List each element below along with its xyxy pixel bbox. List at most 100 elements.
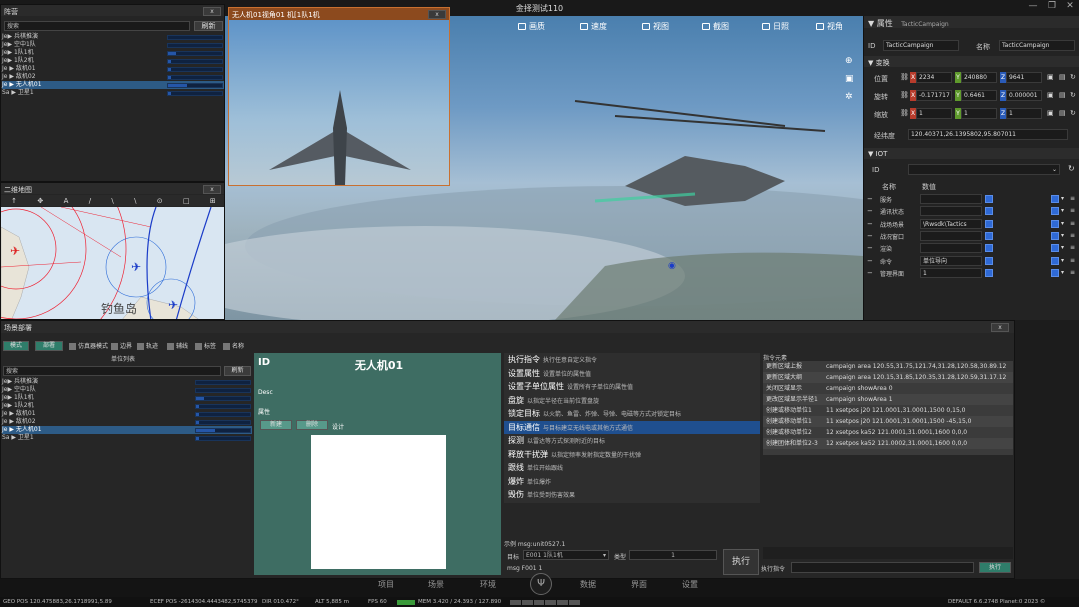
id-field[interactable]: TacticCampaign [883, 40, 959, 51]
nav-item[interactable]: 场景 [428, 579, 444, 590]
iot-value-field[interactable] [920, 230, 982, 241]
log-row[interactable]: 创建或移动单位1 11 xsetpos j20 121.0001,31.0001,… [763, 405, 1013, 416]
cmd-input[interactable] [791, 562, 974, 573]
iot-checkbox[interactable] [985, 219, 993, 228]
grid-icon[interactable]: ⊞ [210, 197, 216, 205]
latlon-field[interactable]: 120.40371,26.1395802,95.807011 [908, 129, 1068, 140]
iot-flag-checkbox[interactable] [1051, 244, 1059, 253]
more-icon[interactable]: ≡ [1070, 207, 1075, 214]
command-item[interactable]: 爆炸 单位爆炸 [504, 475, 760, 489]
tree-item[interactable]: Je ▶ 敌机02 [2, 73, 224, 81]
nav-item[interactable]: 数据 [580, 579, 596, 590]
pointer-icon[interactable]: ↑ [11, 197, 17, 205]
transform-y-field[interactable]: 0.6461 [961, 90, 997, 101]
properties-collapse-icon[interactable]: ▼ [868, 19, 874, 28]
chevron-down-icon[interactable]: ▾ [1061, 244, 1064, 251]
more-icon[interactable]: ≡ [1070, 195, 1075, 202]
more-icon[interactable]: ≡ [1070, 244, 1075, 251]
attr-canvas[interactable] [311, 435, 446, 569]
log-row[interactable]: 更新区域大纲 campaign area 120.15,31.85,120.35,… [763, 372, 1013, 383]
iot-checkbox[interactable] [985, 268, 993, 277]
chevron-down-icon[interactable]: ▾ [1061, 195, 1064, 202]
command-item[interactable]: 锁定目标 以火箭、鱼雷、炸弹、导弹、电磁等方式对锁定目标 [504, 407, 760, 421]
chevron-down-icon[interactable]: ▾ [1061, 207, 1064, 214]
iot-checkbox[interactable] [985, 195, 993, 203]
formation-refresh-button[interactable]: 刷新 [194, 21, 223, 31]
chevron-down-icon[interactable]: ▾ [1061, 220, 1064, 227]
zoom-icon[interactable]: ⊙ [157, 197, 163, 205]
type-field[interactable]: 1 [629, 550, 717, 560]
transform-x-field[interactable]: 2234 [916, 72, 952, 83]
tab-mode[interactable]: 模式 [3, 341, 29, 351]
log-row[interactable]: 更改区域显示半径1 campaign showArea 1 [763, 394, 1013, 405]
nav-item[interactable]: 界面 [631, 579, 647, 590]
transform-y-field[interactable]: 1 [961, 108, 997, 119]
filter-checkbox[interactable]: 轨迹 [137, 341, 158, 350]
refresh-icon[interactable]: ↻ [1068, 164, 1075, 173]
toolbar-screenshot-button[interactable]: 截图 [702, 20, 729, 32]
formation-close-button[interactable]: x [203, 7, 221, 16]
chevron-down-icon[interactable]: ▾ [1061, 257, 1064, 264]
angle-icon[interactable]: / [89, 197, 91, 205]
iot-flag-checkbox[interactable] [1051, 231, 1059, 240]
command-item[interactable]: 设置属性 设置单位的属性值 [504, 367, 760, 381]
filter-checkbox[interactable]: 仿真器模式 [69, 341, 108, 350]
aircraft-marker-icon[interactable]: ✈ [168, 298, 178, 312]
remove-icon[interactable]: − [867, 269, 873, 277]
tree-item[interactable]: Je ▶ 无人机01 [2, 426, 252, 434]
execute-command-button[interactable]: 执行 [723, 549, 759, 575]
tree-item[interactable]: Je▶ 1队2机 [2, 402, 252, 410]
maximize-icon[interactable]: ❐ [1043, 1, 1061, 15]
reset-icon[interactable]: ↻ [1070, 91, 1076, 99]
target-select[interactable]: E001 1队1机 ▾ [523, 550, 609, 560]
cmd-execute-button[interactable]: 执行 [979, 562, 1011, 573]
unit-marker-icon[interactable]: ◉ [668, 261, 676, 271]
iot-value-field[interactable] [920, 194, 982, 204]
unit-refresh-button[interactable]: 刷新 [224, 366, 251, 376]
toolbar-view-button[interactable]: 视图 [642, 20, 669, 32]
remove-icon[interactable]: − [867, 232, 873, 240]
transform-z-field[interactable]: 0.000001 [1006, 90, 1042, 101]
iot-id-select[interactable]: ⌄ [908, 164, 1060, 175]
route-icon[interactable]: \ [134, 197, 136, 205]
link-icon[interactable]: ⛓ [900, 91, 909, 99]
camera-view-window[interactable]: 无人机01视角01 机[1队1机 x [228, 7, 450, 186]
transform-section[interactable]: ▼ 变换 [864, 56, 1079, 67]
more-icon[interactable]: ≡ [1070, 257, 1075, 264]
command-item[interactable]: 盘旋 以指定半径在当前位置盘旋 [504, 394, 760, 408]
filter-checkbox[interactable]: 标签 [195, 341, 216, 350]
filter-checkbox[interactable]: 边界 [111, 341, 132, 350]
save-icon[interactable]: ▣ [1047, 91, 1054, 99]
aircraft-marker-icon[interactable]: ✈ [131, 260, 141, 274]
nav-item[interactable]: 环境 [480, 579, 496, 590]
distance-icon[interactable]: A [64, 197, 69, 205]
iot-flag-checkbox[interactable] [1051, 256, 1059, 265]
more-icon[interactable]: ≡ [1070, 269, 1075, 276]
tree-item[interactable]: Je▶ 空中1队 [2, 41, 224, 49]
scene-deploy-close-button[interactable]: x [991, 323, 1009, 332]
tree-item[interactable]: Je ▶ 敌机02 [2, 418, 252, 426]
iot-section[interactable]: ▼ IOT [864, 148, 1079, 159]
line-icon[interactable]: \ [111, 197, 113, 205]
iot-flag-checkbox[interactable] [1051, 219, 1059, 228]
tree-item[interactable]: Je▶ 空中1队 [2, 386, 252, 394]
aircraft-marker-icon[interactable]: ✈ [10, 244, 20, 258]
remove-icon[interactable]: − [867, 207, 873, 215]
filter-checkbox[interactable]: 名称 [223, 341, 244, 350]
iot-checkbox[interactable] [985, 207, 993, 216]
transform-z-field[interactable]: 1 [1006, 108, 1042, 119]
command-item[interactable]: 设置子单位属性 设置所有子单位的属性值 [504, 380, 760, 394]
command-item[interactable]: 释放干扰弹 以指定频率发射指定数量的干扰弹 [504, 448, 760, 462]
iot-checkbox[interactable] [985, 244, 993, 253]
remove-icon[interactable]: − [867, 257, 873, 265]
close-icon[interactable]: ✕ [1061, 1, 1079, 15]
chevron-down-icon[interactable]: ▾ [1061, 269, 1064, 276]
save-icon[interactable]: ▣ [1047, 109, 1054, 117]
iot-value-field[interactable]: \Rwsdk\Tactics [920, 218, 982, 229]
compass-icon[interactable]: ⊕ [845, 52, 854, 70]
command-item[interactable]: 目标通信 与目标建立无线电或其他方式通信 [504, 420, 760, 434]
log-row[interactable]: 更新区域上报 campaign area 120.55,31.75,121.74,… [763, 361, 1013, 372]
nav-item[interactable]: 设置 [682, 579, 698, 590]
tree-item[interactable]: Je▶ 1队1机 [2, 49, 224, 57]
tree-item[interactable]: Je ▶ 敌机01 [2, 65, 224, 73]
